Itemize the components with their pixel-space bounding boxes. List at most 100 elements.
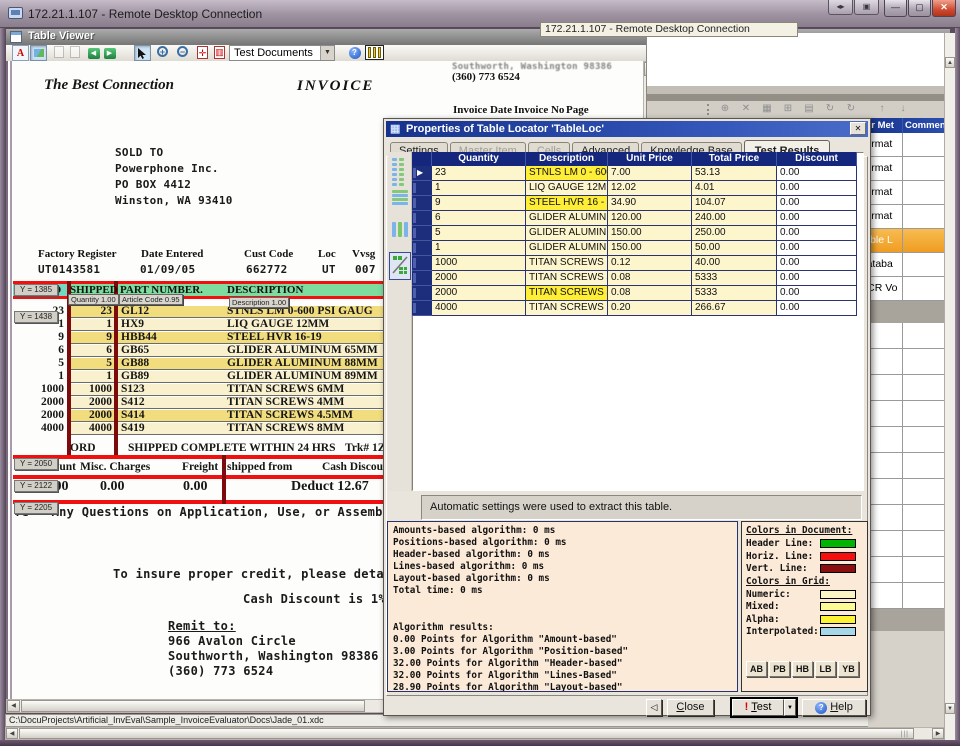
back-button[interactable]: ◁ <box>646 699 662 716</box>
grid-row[interactable]: 2000TITAN SCREWS 4.0.0853330.00 <box>412 286 858 301</box>
grid-cell[interactable]: GLIDER ALUMINU <box>526 241 608 256</box>
toolbar-handle[interactable] <box>707 104 709 115</box>
grid-cell[interactable]: TITAN SCREWS 8 <box>526 301 608 316</box>
hscroll-thumb[interactable] <box>21 700 365 712</box>
grid-cell[interactable]: TITAN SCREWS 4 <box>526 271 608 286</box>
grid-cell[interactable]: 5333 <box>692 286 777 301</box>
legend-button-ab[interactable]: AB <box>746 661 767 677</box>
grid-cell[interactable]: 5 <box>432 226 526 241</box>
grid-column-header[interactable]: Description <box>526 152 608 166</box>
legend-button-pb[interactable]: PB <box>769 661 790 677</box>
legend-button-yb[interactable]: YB <box>838 661 859 677</box>
zoom-out-icon[interactable]: − <box>174 45 191 61</box>
main-vscrollbar[interactable]: ▲ ▼ <box>944 33 955 740</box>
minimize-button[interactable]: — <box>884 0 907 17</box>
scroll-left-icon[interactable]: ◀ <box>7 700 20 712</box>
fit-width-icon[interactable]: ✛ <box>194 45 211 61</box>
help-button[interactable]: ? Help <box>802 699 866 716</box>
fit-page-icon[interactable]: ▥ <box>211 45 228 61</box>
restore-button[interactable]: ▢ <box>908 0 931 17</box>
grid-cell[interactable]: 150.00 <box>608 241 692 256</box>
grid-cell[interactable]: LIQ GAUGE 12MM <box>526 181 608 196</box>
close-dialog-button[interactable]: Close <box>667 699 714 716</box>
delete-icon[interactable]: ✕ <box>738 103 754 114</box>
send-back-icon[interactable]: ↻ <box>843 103 859 114</box>
grid-cell[interactable]: 0.12 <box>608 256 692 271</box>
grid-cell[interactable]: 0.00 <box>777 226 857 241</box>
grid-cell[interactable]: 104.07 <box>692 196 777 211</box>
grid-row[interactable]: 9STEEL HVR 16 - 1934.90104.070.00 <box>412 196 858 211</box>
grid-cell[interactable]: 0.00 <box>777 181 857 196</box>
grid-cell[interactable]: 0.00 <box>777 286 857 301</box>
next-document-icon[interactable]: ▶ <box>101 45 118 61</box>
send-forward-icon[interactable]: ↻ <box>822 103 838 114</box>
grid-cell[interactable]: 7.00 <box>608 166 692 181</box>
grid-cell[interactable]: 9 <box>432 196 526 211</box>
grid-cell[interactable]: 0.00 <box>777 196 857 211</box>
main-hscrollbar[interactable]: ◀ ||| ▶ <box>5 727 950 740</box>
grid-cell[interactable]: 0.08 <box>608 286 692 301</box>
move-down-icon[interactable]: ↓ <box>895 103 911 114</box>
legend-button-lb[interactable]: LB <box>815 661 836 677</box>
grid-cell[interactable]: 2000 <box>432 271 526 286</box>
image-view-icon[interactable] <box>30 45 47 61</box>
grid-cell[interactable]: 23 <box>432 166 526 181</box>
grid-cell[interactable]: 4000 <box>432 301 526 316</box>
grid-cell[interactable]: 0.00 <box>777 256 857 271</box>
grid-cell[interactable]: GLIDER ALUMINU <box>526 211 608 226</box>
grid-cell[interactable]: 0.00 <box>777 211 857 226</box>
grid-cell[interactable]: 120.00 <box>608 211 692 226</box>
test-dropdown-icon[interactable]: ▼ <box>784 699 796 716</box>
grid-cell[interactable]: 40.00 <box>692 256 777 271</box>
grid-cell[interactable]: STNLS LM 0 - 600 <box>526 166 608 181</box>
rows-view-button[interactable] <box>389 187 411 215</box>
grid-cell[interactable]: 1000 <box>432 256 526 271</box>
font-color-icon[interactable]: A <box>12 45 29 61</box>
layout-view-button[interactable] <box>389 252 411 280</box>
grid-cell[interactable]: 53.13 <box>692 166 777 181</box>
rdp-quality-button[interactable]: ◂▸ <box>828 0 853 15</box>
grid-cell[interactable]: 0.00 <box>777 271 857 286</box>
grid-column-header[interactable]: Unit Price <box>608 152 692 166</box>
find-icon[interactable]: ⊕ <box>717 103 733 114</box>
grid-row[interactable]: 1GLIDER ALUMINU150.0050.000.00 <box>412 241 858 256</box>
grid-cell[interactable]: 50.00 <box>692 241 777 256</box>
columns-icon[interactable] <box>365 45 384 60</box>
help-toolbar-button[interactable]: ? <box>346 45 363 61</box>
scroll-left-icon[interactable]: ◀ <box>6 728 18 739</box>
grid-cell[interactable]: STEEL HVR 16 - 19 <box>526 196 608 211</box>
grid-cell[interactable]: 0.00 <box>777 241 857 256</box>
grid-cell[interactable]: 5333 <box>692 271 777 286</box>
prev-document-icon[interactable]: ◀ <box>85 45 102 61</box>
grid-cell[interactable]: 0.00 <box>777 166 857 181</box>
grid-cell[interactable]: 4.01 <box>692 181 777 196</box>
main-hscroll-thumb[interactable]: ||| <box>19 728 914 739</box>
grid-cell[interactable]: 0.08 <box>608 271 692 286</box>
grid-cell[interactable]: 12.02 <box>608 181 692 196</box>
grid-cell[interactable]: TITAN SCREWS 6 <box>526 256 608 271</box>
dialog-titlebar[interactable]: ▦ Properties of Table Locator 'TableLoc' <box>386 121 868 137</box>
properties-icon[interactable]: ▦ <box>759 103 775 114</box>
export-icon[interactable]: ▤ <box>801 103 817 114</box>
outer-window-titlebar[interactable]: 172.21.1.107 - Remote Desktop Connection… <box>0 0 960 28</box>
grid-row[interactable]: 1LIQ GAUGE 12MM12.024.010.00 <box>412 181 858 196</box>
grid-cell[interactable]: 240.00 <box>692 211 777 226</box>
grid-cell[interactable]: 0.00 <box>777 301 857 316</box>
grid-row[interactable]: 1000TITAN SCREWS 60.1240.000.00 <box>412 256 858 271</box>
zoom-in-icon[interactable]: + <box>154 45 171 61</box>
grid-cell[interactable]: 1 <box>432 241 526 256</box>
test-button[interactable]: !Test <box>732 699 784 716</box>
grid-cell[interactable]: 1 <box>432 181 526 196</box>
scroll-up-icon[interactable]: ▲ <box>945 57 955 68</box>
grid-row[interactable]: ▶23STNLS LM 0 - 6007.0053.130.00 <box>412 166 858 181</box>
grid-cell[interactable]: GLIDER ALUMINU <box>526 226 608 241</box>
grid-row[interactable]: 6GLIDER ALUMINU120.00240.000.00 <box>412 211 858 226</box>
grid-cell[interactable]: 266.67 <box>692 301 777 316</box>
grid-cell[interactable]: 250.00 <box>692 226 777 241</box>
legend-button-hb[interactable]: HB <box>792 661 813 677</box>
grid-column-header[interactable]: Total Price <box>692 152 777 166</box>
select-cursor-icon[interactable] <box>134 45 151 61</box>
grid-column-header[interactable]: Discount <box>777 152 857 166</box>
grid-cell[interactable]: 2000 <box>432 286 526 301</box>
grid-row[interactable]: 2000TITAN SCREWS 40.0853330.00 <box>412 271 858 286</box>
